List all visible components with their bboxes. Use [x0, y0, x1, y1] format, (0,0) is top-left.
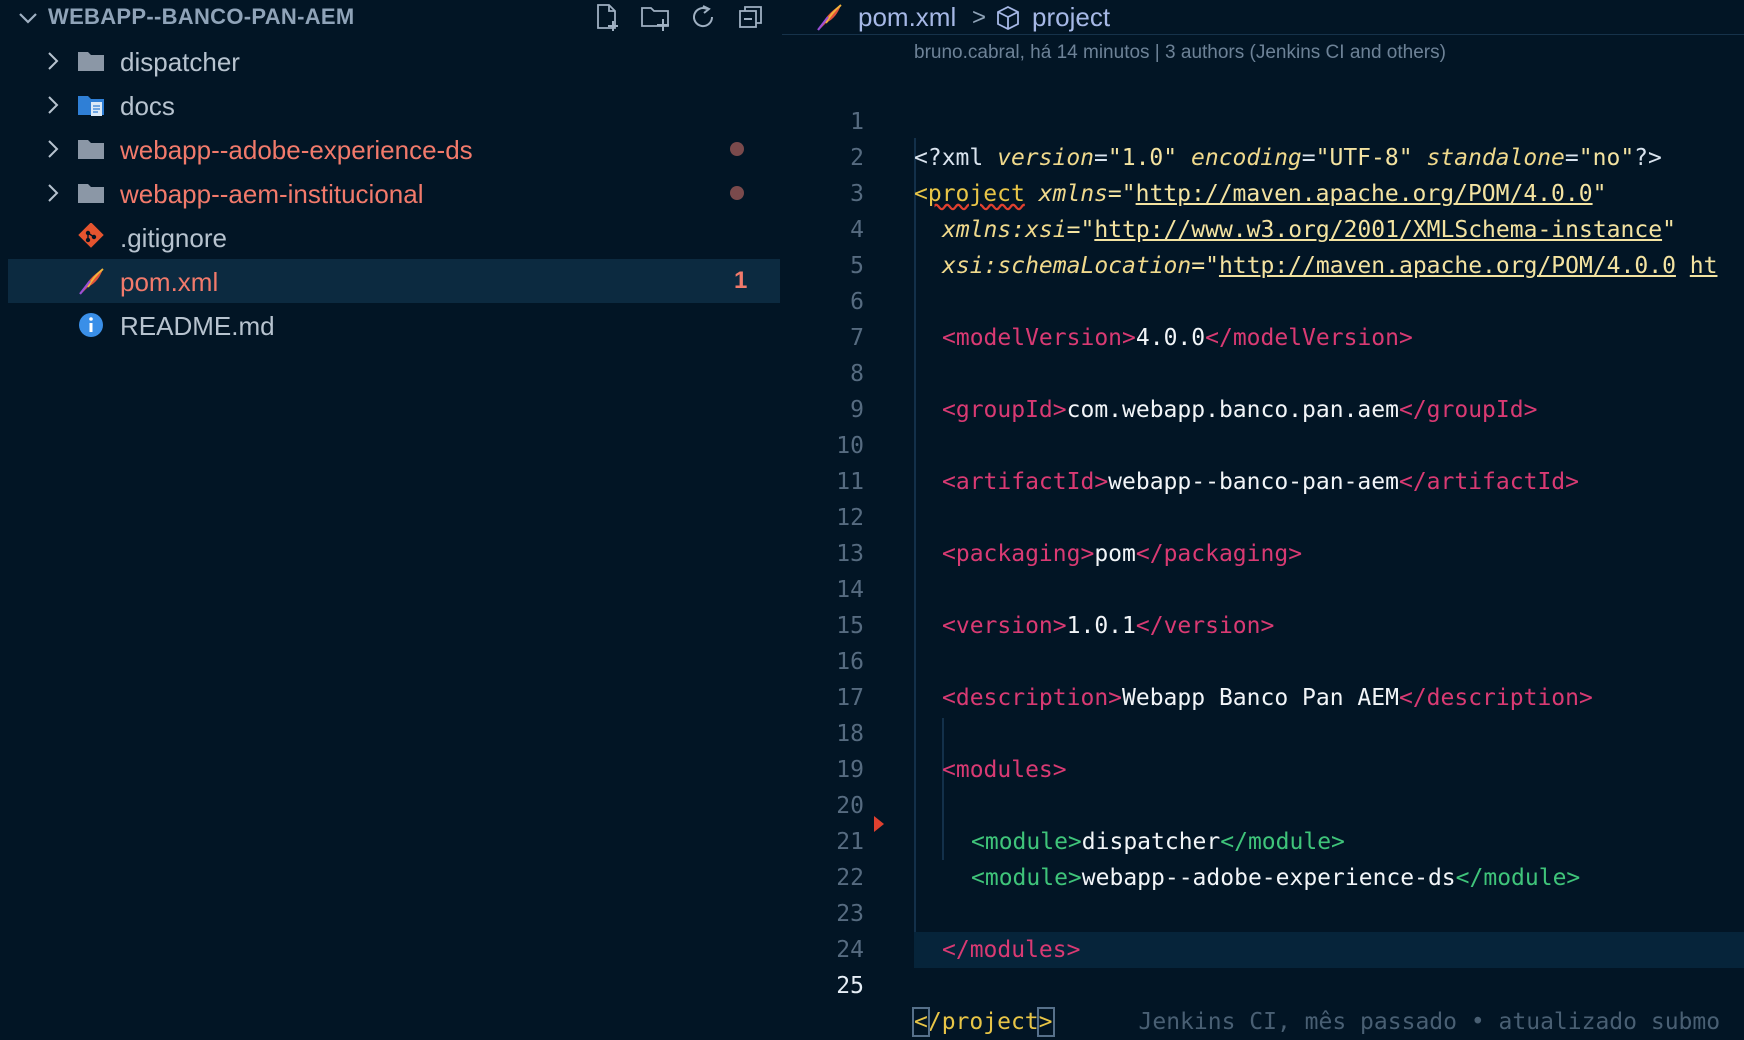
code-line[interactable]: 1 <?xml version="1.0" encoding="UTF-8" s… — [782, 68, 1744, 171]
tree-item-label: .gitignore — [120, 223, 227, 253]
code-line[interactable]: 14 <version>1.0.1</version> — [782, 536, 1744, 639]
chevron-right-icon[interactable] — [42, 181, 64, 205]
bracket-match: < — [912, 1007, 930, 1037]
code-line[interactable]: 9 — [782, 356, 1744, 423]
code-line[interactable]: 22 — [782, 824, 1744, 891]
tree-item-label: dispatcher — [120, 47, 240, 77]
feather-icon — [79, 268, 104, 295]
modified-dot-icon — [730, 142, 744, 156]
code-line[interactable]: 2 <project xmlns="http://maven.apache.or… — [782, 104, 1744, 207]
breadcrumb-separator: > — [972, 4, 987, 31]
tree-item-webapp-adobe-experience-ds[interactable]: webapp--adobe-experience-ds — [8, 127, 780, 171]
code-line[interactable]: 18 <modules> — [782, 680, 1744, 783]
problem-count-badge: 1 — [734, 267, 748, 294]
docs-folder-icon — [78, 96, 104, 116]
code-line-current[interactable]: 25 </project> Jenkins CI, mês passado • a… — [782, 932, 1744, 1037]
tree-item-docs[interactable]: docs — [8, 83, 780, 127]
info-icon — [79, 313, 103, 337]
code-line[interactable]: 12 <packaging>pom</packaging> — [782, 464, 1744, 567]
code-line[interactable]: 4 xsi:schemaLocation="http://maven.apach… — [782, 176, 1744, 279]
explorer-title: WEBAPP--BANCO-PAN-AEM — [48, 4, 355, 29]
tree-item-label: webapp--adobe-experience-ds — [120, 135, 473, 165]
code-line[interactable]: 20 <module>dispatcher</module> — [782, 752, 1744, 855]
code-line[interactable]: 8 <groupId>com.webapp.banco.pan.aem</gro… — [782, 320, 1744, 423]
chevron-right-icon[interactable] — [42, 49, 64, 73]
tree-item-dispatcher[interactable]: dispatcher — [8, 39, 780, 83]
modified-dot-icon — [730, 186, 744, 200]
inline-blame[interactable]: Jenkins CI, mês passado • atualizado sub… — [1139, 1009, 1721, 1035]
chevron-right-icon[interactable] — [42, 137, 64, 161]
tree-item-label: pom.xml — [120, 267, 219, 297]
code-line[interactable]: 13 — [782, 500, 1744, 567]
breadcrumb-file[interactable]: pom.xml — [858, 2, 956, 33]
symbol-cube-icon — [997, 5, 1019, 31]
git-blame-codelens[interactable]: bruno.cabral, há 14 minutos | 3 authors … — [914, 42, 1446, 64]
tree-item-label: README.md — [120, 311, 275, 341]
code-line[interactable]: 21 <module>webapp--adobe-experience-ds</… — [782, 788, 1744, 891]
explorer-actions — [590, 0, 768, 34]
code-line[interactable]: 19 — [782, 716, 1744, 783]
tree-item-label: webapp--aem-institucional — [120, 179, 424, 209]
folder-icon — [78, 140, 104, 159]
tree-item-label: docs — [120, 91, 175, 121]
refresh-icon[interactable] — [686, 0, 720, 34]
folder-icon — [78, 52, 104, 71]
code-line[interactable]: 17 — [782, 644, 1744, 711]
tree-item-readme[interactable]: README.md — [8, 303, 780, 347]
bracket-match: > — [1036, 1007, 1055, 1037]
code-line[interactable]: 7 — [782, 284, 1744, 351]
folder-icon — [78, 184, 104, 203]
code-line[interactable]: 6 <modelVersion>4.0.0</modelVersion> — [782, 248, 1744, 351]
code-editor[interactable]: pom.xml > project bruno.cabral, há 14 mi… — [782, 0, 1744, 1040]
new-folder-icon[interactable] — [638, 0, 672, 34]
new-file-icon[interactable] — [590, 0, 624, 34]
git-icon — [78, 223, 104, 248]
tree-item-webapp-aem-institucional[interactable]: webapp--aem-institucional — [8, 171, 780, 215]
feather-icon — [817, 4, 842, 31]
code-line[interactable]: 10 <artifactId>webapp--banco-pan-aem</ar… — [782, 392, 1744, 495]
chevron-down-icon[interactable] — [16, 6, 40, 30]
tree-item-pom-xml[interactable]: pom.xml 1 — [8, 259, 780, 303]
explorer-panel: WEBAPP--BANCO-PAN-AEM dispatcher docs we… — [0, 0, 780, 1040]
code-line[interactable]: 24 — [782, 896, 1744, 963]
code-line[interactable]: 16 <description>Webapp Banco Pan AEM</de… — [782, 608, 1744, 711]
code-line[interactable]: 23 </modules> — [782, 860, 1744, 963]
code-line[interactable]: 3 xmlns:xsi="http://www.w3.org/2001/XMLS… — [782, 140, 1744, 243]
code-line[interactable]: 11 — [782, 428, 1744, 495]
tree-item-gitignore[interactable]: .gitignore — [8, 215, 780, 259]
code-line[interactable]: 15 — [782, 572, 1744, 639]
explorer-header[interactable]: WEBAPP--BANCO-PAN-AEM — [0, 0, 780, 34]
code-line[interactable]: 5 — [782, 212, 1744, 279]
token: /project — [927, 1009, 1039, 1035]
line-number: 25 — [836, 973, 864, 999]
collapse-all-icon[interactable] — [734, 0, 768, 34]
breadcrumb-symbol[interactable]: project — [1032, 2, 1110, 33]
breadcrumb: pom.xml > project — [782, 0, 1744, 35]
chevron-right-icon[interactable] — [42, 93, 64, 117]
